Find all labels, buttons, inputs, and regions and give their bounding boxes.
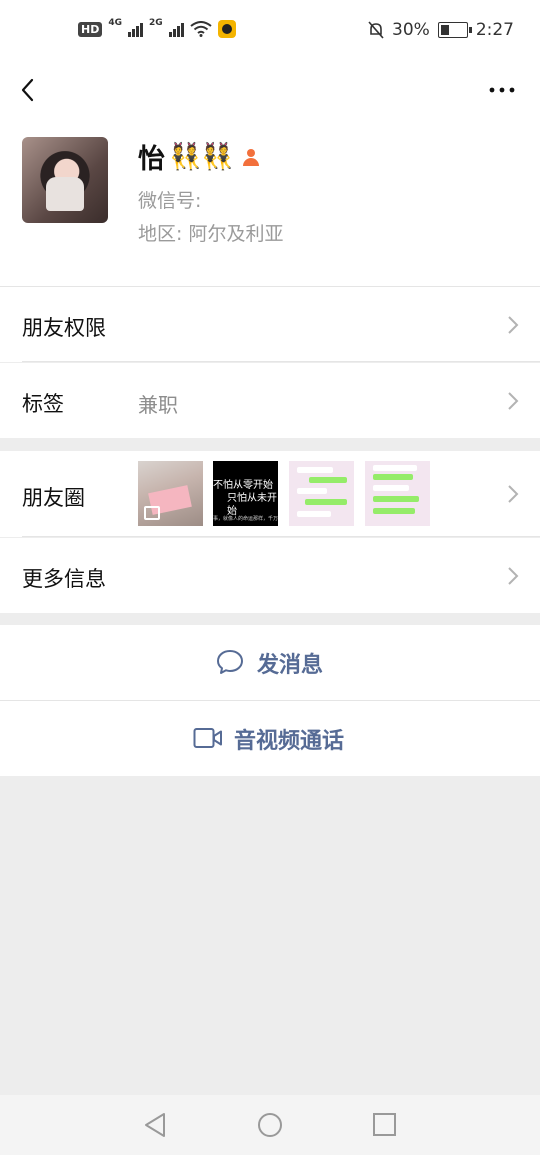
thumbnail-text: 不怕从零开始 <box>213 480 273 491</box>
chevron-right-icon <box>508 485 519 503</box>
system-nav-bar <box>0 1095 540 1155</box>
top-nav <box>0 60 540 120</box>
row-label: 朋友圈 <box>22 486 85 510</box>
mute-bell-icon <box>368 21 384 39</box>
video-camera-icon <box>193 728 222 748</box>
wifi-icon <box>190 21 212 37</box>
tag-value: 兼职 <box>138 393 178 417</box>
nav-back-icon[interactable] <box>142 1111 168 1139</box>
chevron-right-icon <box>508 316 519 334</box>
video-call-label: 音视频通话 <box>234 729 345 754</box>
thumbnail-text: 事，就像人的命运那样，千万不要 <box>213 516 278 522</box>
row-more-info[interactable]: 更多信息 <box>0 538 540 613</box>
send-message-button[interactable]: 发消息 <box>0 625 540 701</box>
hd-icon: HD <box>78 21 103 37</box>
back-arrow-icon[interactable] <box>18 70 54 110</box>
send-message-label: 发消息 <box>257 653 324 678</box>
region-value: 阿尔及利亚 <box>188 223 284 245</box>
profile-header: 怡 👯👯 微信号: 地区: 阿尔及利亚 <box>0 120 540 287</box>
app-notification-icon <box>217 20 236 38</box>
chevron-right-icon <box>508 392 519 410</box>
row-label: 更多信息 <box>22 567 106 591</box>
region: 地区: 阿尔及利亚 <box>138 219 283 246</box>
nav-home-icon[interactable] <box>256 1111 284 1139</box>
moments-thumbnail <box>138 461 203 526</box>
chevron-right-icon <box>508 567 519 585</box>
user-icon <box>242 148 260 166</box>
row-label: 标签 <box>22 392 64 416</box>
row-friend-permissions[interactable]: 朋友权限 <box>0 287 540 362</box>
status-right: 30% 2:27 <box>368 20 514 40</box>
clock: 2:27 <box>475 20 514 40</box>
row-tags[interactable]: 标签 兼职 <box>0 363 540 438</box>
divider <box>22 361 540 362</box>
moments-thumbnail <box>289 461 354 526</box>
nav-recents-icon[interactable] <box>372 1111 398 1139</box>
name-text: 怡 <box>138 144 165 175</box>
status-bar: HD 4G 2G 30% 2:27 <box>0 0 540 60</box>
profile-name: 怡 👯👯 <box>138 137 260 176</box>
network-4g-label: 4G <box>108 18 122 28</box>
region-label: 地区: <box>138 223 189 245</box>
more-options-icon[interactable] <box>488 80 518 100</box>
row-label: 朋友权限 <box>22 316 106 340</box>
name-emoji: 👯👯 <box>169 141 234 172</box>
moments-thumbnail <box>365 461 430 526</box>
network-2g-label: 2G <box>149 18 163 28</box>
battery-percent: 30% <box>392 20 430 40</box>
avatar[interactable] <box>22 137 108 223</box>
signal-icon <box>128 21 143 37</box>
wechat-id: 微信号: <box>138 186 201 213</box>
moments-thumbnail: 不怕从零开始 只怕从未开始 事，就像人的命运那样，千万不要 <box>213 461 278 526</box>
status-left: HD 4G 2G <box>78 18 236 38</box>
wechat-id-label: 微信号: <box>138 190 202 212</box>
battery-icon <box>437 22 472 38</box>
chat-bubble-icon <box>217 650 243 674</box>
divider <box>22 536 540 537</box>
video-call-button[interactable]: 音视频通话 <box>0 701 540 776</box>
row-moments[interactable]: 朋友圈 不怕从零开始 只怕从未开始 事，就像人的命运那样，千万不要 <box>0 451 540 537</box>
signal-icon <box>168 21 184 37</box>
